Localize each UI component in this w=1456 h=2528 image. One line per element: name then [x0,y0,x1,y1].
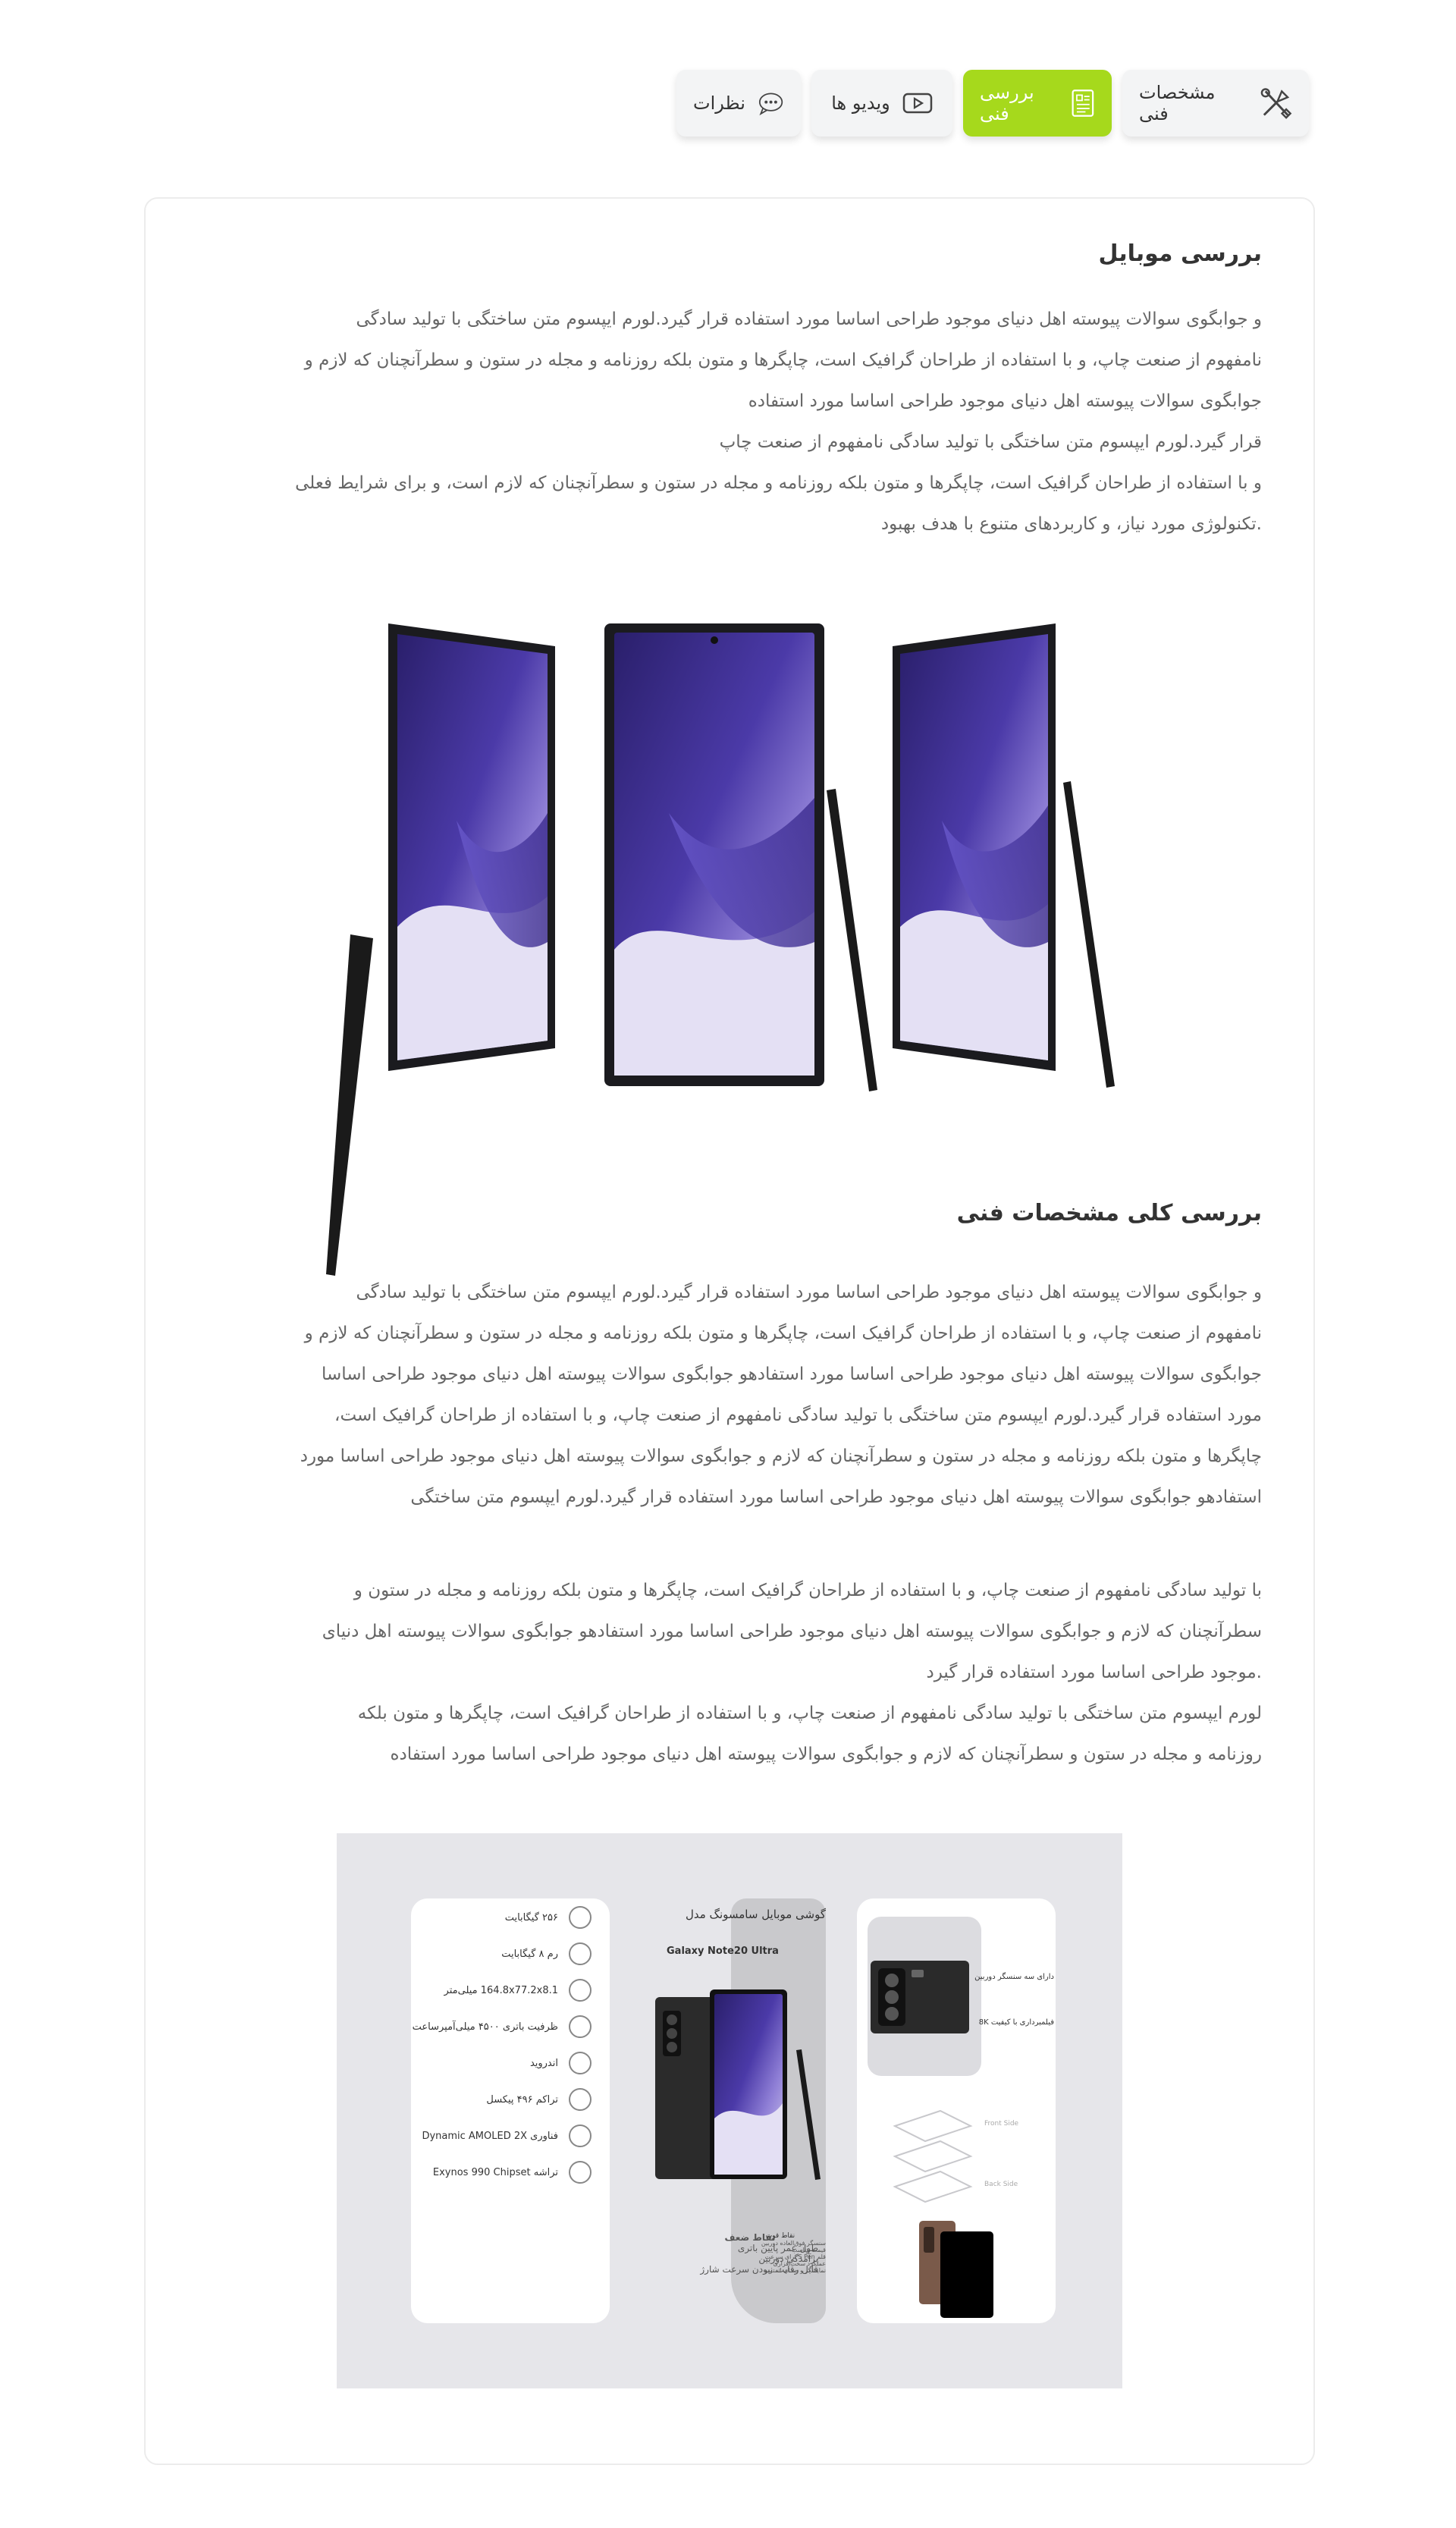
comment-icon [758,93,783,116]
text-line: و جوابگوی سوالات پیوسته اهل دنیای موجود … [356,309,1262,329]
section-specs-overview-text-2: با تولید سادگی نامفهوم از صنعت چاپ، و با… [322,1570,1262,1775]
text-line: .تکنولوژی مورد نیاز، و کاربردهای متنوع ب… [880,514,1262,534]
camera-label-8k: فیلمبرداری با کیفیت 8K [978,2018,1054,2027]
text-line: جوابگوی سوالات پیوسته اهل دنیای موجود طر… [321,1364,1262,1384]
text-line: سطرآنچنان که لازم و جوابگوی سوالات پیوست… [322,1622,1262,1641]
text-line: قرار گیرد.لورم ایپسوم متن ساختگی با تولی… [719,432,1262,452]
phone-right [893,623,1115,1088]
infographic-model: Galaxy Note20 Ultra [667,1945,779,1957]
tab-bar: نظرات ویدیو ها بررسی فنی مشخصات فنی [676,70,1309,137]
infographic-phone-image [655,1989,821,2180]
phone-left [326,623,555,1276]
section-title-specs-overview: بررسی کلی مشخصات فنی [956,1200,1262,1226]
video-icon [902,93,933,114]
spec-pixel-density: تراکم ۴۹۶ پیکسل [486,2088,592,2111]
text-line: و با استفاده از طراحان گرافیک است، چاپگر… [295,473,1262,493]
tab-specifications-label: مشخصات فنی [1139,82,1216,124]
spec-dimensions: 164.8x77.2x8.1 میلی‌متر [444,1979,592,2002]
section-specs-overview-text-1: و جوابگوی سوالات پیوسته اهل دنیای موجود … [300,1272,1262,1518]
battery-icon [569,2015,592,2038]
spec-chipset: تراشه Exynos 990 Chipset [433,2161,592,2184]
review-card: بررسی موبایل و جوابگوی سوالات پیوسته اهل… [144,197,1315,2465]
text-line: استفادهو جوابگوی سوالات پیوسته اهل دنیای… [410,1487,1262,1507]
camera-panel: دارای سه سنسگر دوربین فیلمبرداری با کیفی… [857,1898,1056,2323]
strong-point: قلم S Pen برای سرعت [764,2253,826,2260]
tab-videos-label: ویدیو ها [831,93,890,114]
strong-point: عملکرد سخت‌افزاری [773,2260,826,2267]
infographic-title: گوشی موبایل سامسونگ مدل [685,1908,826,1921]
chip-icon [569,2161,592,2184]
section-title-mobile-review: بررسی موبایل [1098,240,1262,267]
strong-point: سنسگر فوق‌العاده دوربین [761,2240,826,2247]
text-line: با تولید سادگی نامفهوم از صنعت چاپ، و با… [353,1581,1262,1600]
text-line: نامفهوم از صنعت چاپ، و با استفاده از طرا… [304,350,1262,370]
tab-comments-label: نظرات [693,93,745,114]
display-icon [569,2124,592,2147]
document-icon [1072,90,1094,117]
ram-icon [569,1942,592,1965]
text-line: جوابگوی سوالات پیوسته اهل دنیای موجود طر… [748,391,1262,411]
strong-point: قیمت مناسب [792,2247,826,2253]
strong-points: نقاط قوت سنسگر فوق‌العاده دوربین قیمت من… [735,2232,826,2274]
dimensions-icon [569,1979,592,2002]
tab-technical-review[interactable]: بررسی فنی [963,70,1112,137]
text-line: روزنامه و مجله در ستون و سطرآنچنان که لا… [390,1744,1262,1764]
front-side-label: Front Side [984,2120,1019,2128]
spec-display: فناوری Dynamic AMOLED 2X [422,2124,592,2147]
pixel-density-icon [569,2088,592,2111]
section-mobile-review-text: و جوابگوی سوالات پیوسته اهل دنیای موجود … [295,299,1262,545]
android-icon [569,2052,592,2074]
text-line: و جوابگوی سوالات پیوسته اهل دنیای موجود … [356,1283,1262,1302]
specs-panel: ۲۵۶ گیگابایت رم ۸ گیگابایت 164.8x77.2x8.… [411,1898,610,2323]
spec-os: اندروید [530,2052,592,2074]
tab-comments[interactable]: نظرات [676,70,801,137]
text-line: چاپگرها و متون بلکه روزنامه و مجله در ست… [300,1446,1262,1466]
product-column: گوشی موبایل سامسونگ مدل Galaxy Note20 Ul… [621,1898,849,2323]
tab-specifications[interactable]: مشخصات فنی [1122,70,1309,137]
exploded-view-image [893,2109,973,2203]
spec-ram: رم ۸ گیگابایت [501,1942,592,1965]
phone-center [604,623,877,1091]
camera-label-sensors: دارای سه سنسگر دوربین [974,1973,1054,1981]
tab-technical-review-label: بررسی فنی [980,82,1034,124]
text-line: .موجود طراحی اساسا مورد استفاده قرار گیر… [926,1663,1262,1682]
text-line: نامفهوم از صنعت چاپ، و با استفاده از طرا… [304,1324,1262,1343]
bronze-phone-image [919,2221,993,2318]
infographic-image: ۲۵۶ گیگابایت رم ۸ گیگابایت 164.8x77.2x8.… [337,1833,1122,2388]
text-line: لورم ایپسوم متن ساختگی با تولید سادگی نا… [357,1704,1262,1723]
text-line: مورد استفاده قرار گیرد.لورم ایپسوم متن س… [334,1405,1262,1425]
tools-icon [1260,88,1292,119]
tab-videos[interactable]: ویدیو ها [811,70,952,137]
back-side-label: Back Side [984,2181,1018,2188]
strong-points-title: نقاط قوت [765,2232,795,2240]
spec-storage: ۲۵۶ گیگابایت [505,1906,592,1929]
storage-icon [569,1906,592,1929]
camera-closeup-image [871,1961,969,2033]
spec-battery: ظرفیت باتری ۴۵۰۰ میلی‌آمپرساعت [413,2015,592,2038]
strong-point: نمایشگر و صدای استریو [764,2267,826,2274]
